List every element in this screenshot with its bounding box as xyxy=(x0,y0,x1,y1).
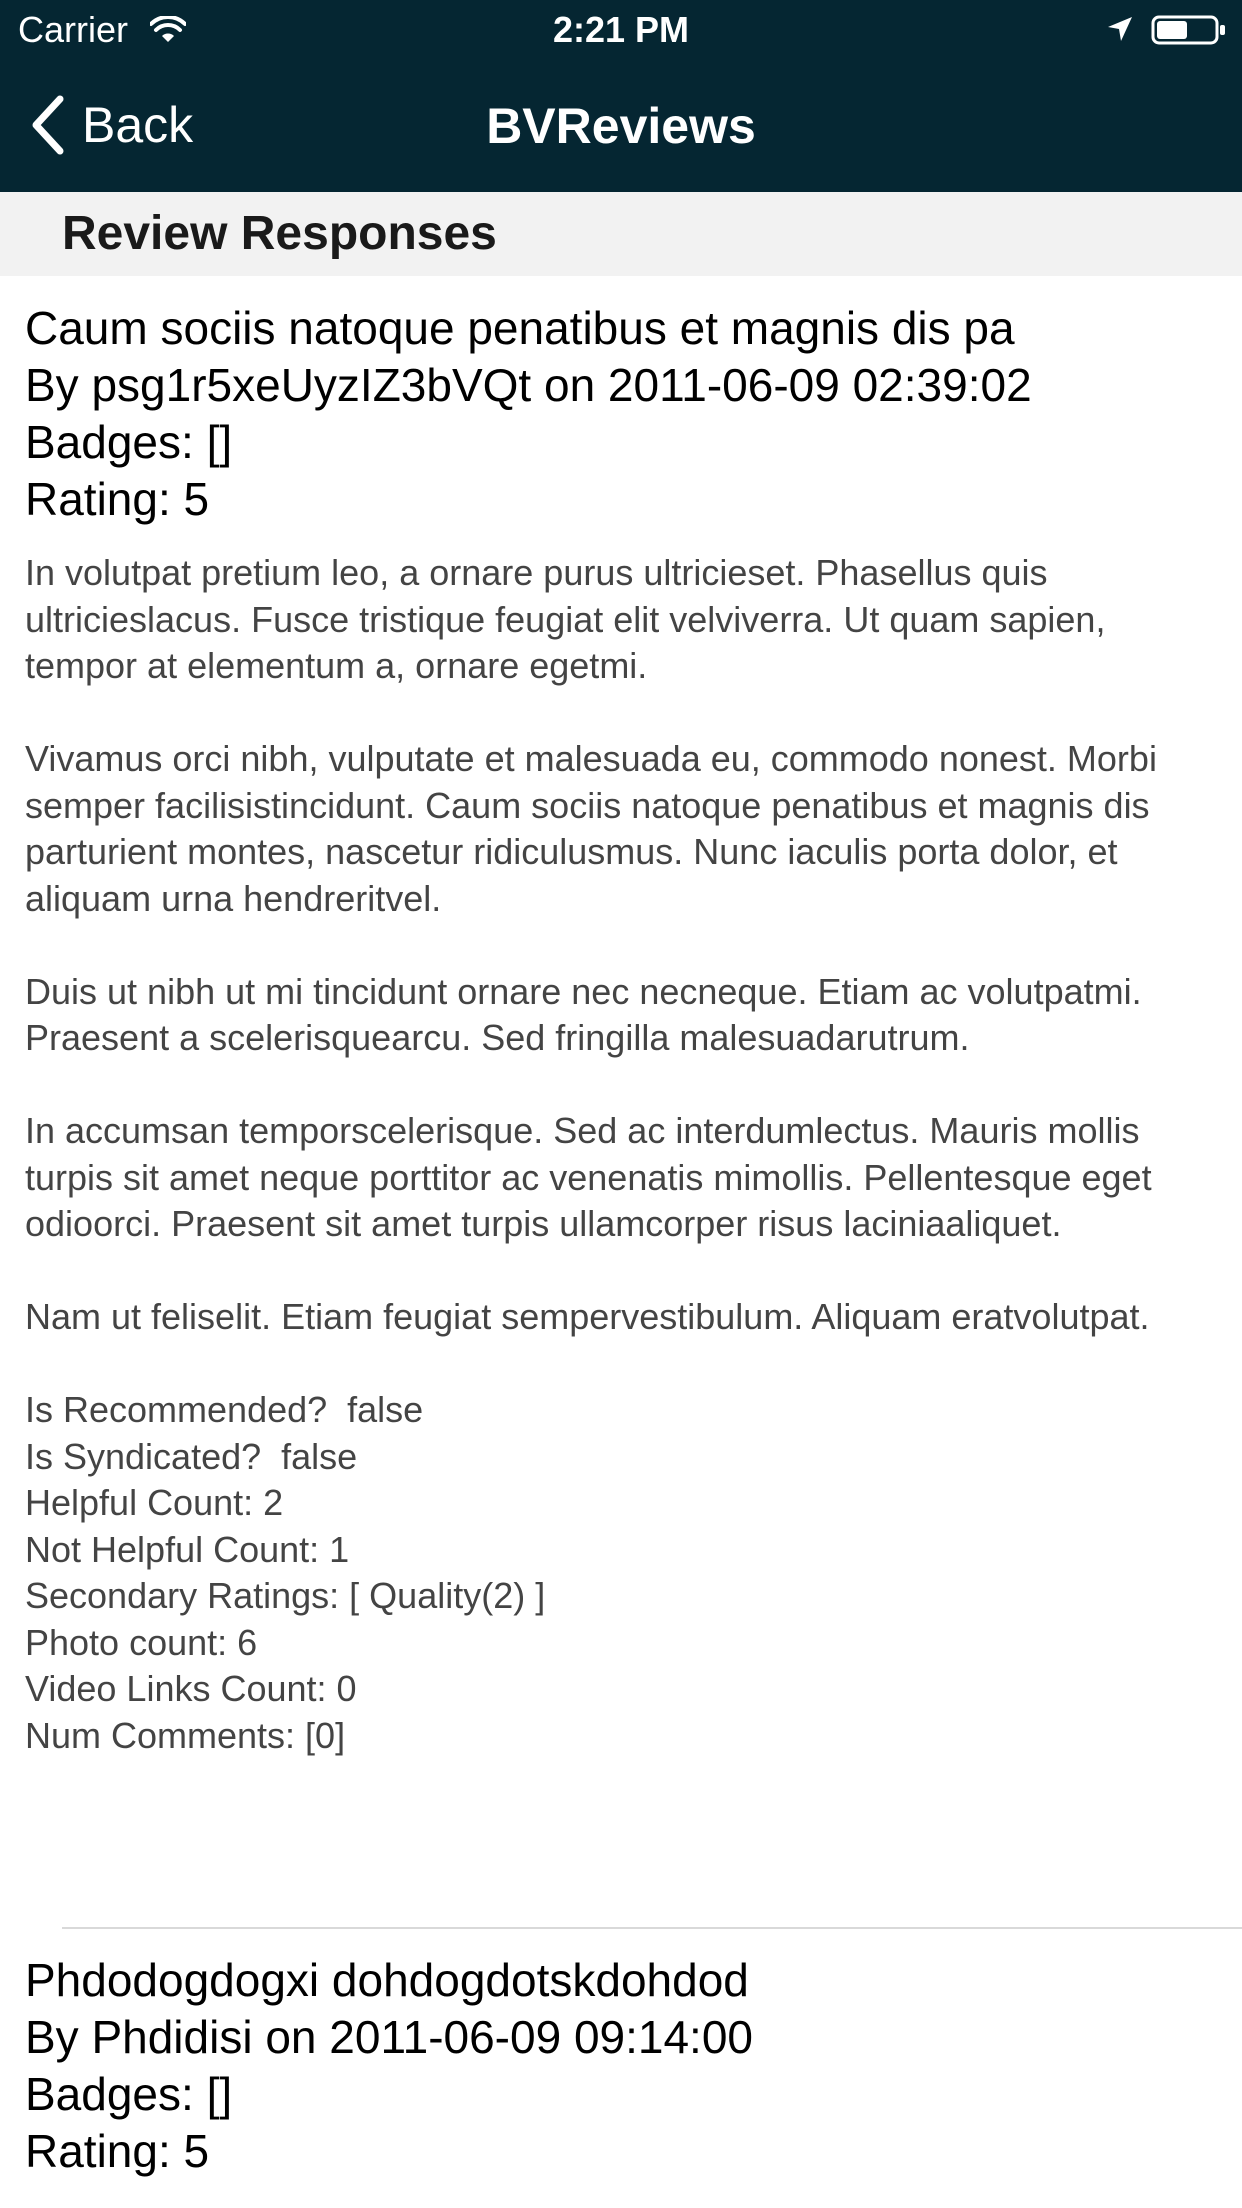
navigation-bar: Back BVReviews xyxy=(0,60,1242,192)
review-author-line: By Phdidisi on 2011-06-09 09:14:00 xyxy=(25,2011,754,2063)
review-title: Caum sociis natoque penatibus et magnis … xyxy=(25,302,1015,354)
review-body: In volutpat pretium leo, a ornare purus … xyxy=(25,550,1225,1759)
review-title: Phdodogdogxi dohdogdotskdohdod xyxy=(25,1954,749,2006)
section-header: Review Responses xyxy=(0,192,1242,276)
location-arrow-icon xyxy=(1108,17,1132,41)
review-item: Caum sociis natoque penatibus et magnis … xyxy=(25,300,1225,1759)
review-rating: Rating: 5 xyxy=(25,473,210,525)
secondary-ratings: Secondary Ratings: [ Quality(2) ] xyxy=(25,1575,546,1616)
nav-title: BVReviews xyxy=(486,98,756,154)
section-title: Review Responses xyxy=(62,207,497,260)
review-item: Phdodogdogxi dohdogdotskdohdod By Phdidi… xyxy=(25,1952,1225,2180)
review-paragraph: In volutpat pretium leo, a ornare purus … xyxy=(25,552,1106,686)
row-separator xyxy=(62,1927,1242,1929)
helpful-count: Helpful Count: 2 xyxy=(25,1482,284,1523)
video-links-count: Video Links Count: 0 xyxy=(25,1668,357,1709)
status-bar: Carrier 2:21 PM xyxy=(0,0,1242,60)
review-paragraph: Duis ut nibh ut mi tincidunt ornare nec … xyxy=(25,970,1142,1059)
review-paragraph: Nam ut feliselit. Etiam feugiat semperve… xyxy=(25,1296,1150,1337)
review-rating: Rating: 5 xyxy=(25,2125,210,2177)
review-badges: Badges: [] xyxy=(25,416,233,468)
is-recommended: Is Recommended? false xyxy=(25,1389,424,1430)
photo-count: Photo count: 6 xyxy=(25,1621,258,1663)
num-comments: Num Comments: [0] xyxy=(25,1714,346,1756)
review-paragraph: In accumsan temporscelerisque. Sed ac in… xyxy=(25,1110,1152,1244)
review-paragraph: Vivamus orci nibh, vulputate et malesuad… xyxy=(25,738,1157,919)
not-helpful-count: Not Helpful Count: 1 xyxy=(25,1528,350,1570)
review-badges: Badges: [] xyxy=(25,2068,233,2120)
battery-icon xyxy=(1151,15,1225,45)
review-author-line: By psg1r5xeUyzIZ3bVQt on 2011-06-09 02:3… xyxy=(25,359,1032,411)
status-time: 2:21 PM xyxy=(552,9,690,50)
is-syndicated: Is Syndicated? false xyxy=(25,1435,358,1477)
